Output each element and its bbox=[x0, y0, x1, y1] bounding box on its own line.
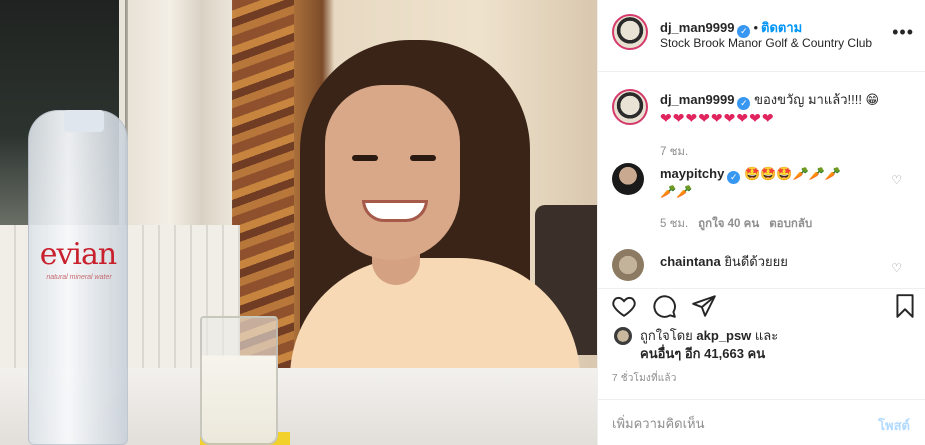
post-comment-button[interactable]: โพสต์ bbox=[878, 415, 910, 436]
header-avatar[interactable] bbox=[612, 14, 648, 50]
comment-text-continued: 🥕🥕 bbox=[660, 184, 693, 199]
follow-button[interactable]: ติดตาม bbox=[761, 20, 802, 35]
comment-like-heart-icon[interactable]: ♡ bbox=[891, 261, 902, 275]
comment-username[interactable]: maypitchy bbox=[660, 166, 724, 181]
add-comment-bar: โพสต์ bbox=[598, 399, 925, 445]
share-arrow-icon[interactable] bbox=[691, 293, 717, 319]
photo-bottle-subtext: natural mineral water bbox=[46, 274, 112, 281]
comment-like-heart-icon[interactable]: ♡ bbox=[891, 173, 902, 187]
post-timestamp[interactable]: 7 ชั่วโมงที่แล้ว bbox=[612, 371, 677, 386]
comment-text: ยินดีด้วยยย bbox=[724, 254, 788, 269]
caption-text: ของขวัญ มาแล้ว!!!! 😁 bbox=[754, 92, 880, 107]
comment-reply-button[interactable]: ตอบกลับ bbox=[769, 218, 812, 230]
caption-text-line: dj_man9999 ✓ ของขวัญ มาแล้ว!!!! 😁 bbox=[660, 91, 890, 110]
photo-person-eye-left bbox=[352, 155, 378, 161]
liked-by-prefix: ถูกใจโดย bbox=[640, 328, 693, 343]
bookmark-icon[interactable] bbox=[892, 293, 918, 319]
comment-text-line: maypitchy ✓ 🤩🤩🤩🥕🥕🥕 bbox=[660, 165, 890, 184]
liked-by-avatar[interactable] bbox=[614, 327, 632, 345]
heart-icon[interactable] bbox=[611, 293, 637, 319]
post-actions: ถูกใจโดย akp_psw และ คนอื่นๆ อีก 41,663 … bbox=[598, 288, 925, 445]
photo-bottle-cap bbox=[64, 110, 104, 132]
post-header: dj_man9999 ✓ • ติดตาม Stock Brook Manor Gol… bbox=[598, 0, 925, 72]
photo-sheer-curtain bbox=[128, 0, 233, 230]
likes-count[interactable]: คนอื่นๆ อีก 41,663 คน bbox=[640, 345, 765, 363]
instagram-post: evian natural mineral water dj_man9999 ✓ •… bbox=[0, 0, 925, 445]
caption-username[interactable]: dj_man9999 bbox=[660, 92, 734, 107]
comments-list[interactable]: dj_man9999 ✓ ของขวัญ มาแล้ว!!!! 😁 ❤❤❤❤❤❤❤… bbox=[598, 73, 925, 288]
liked-by-suffix: และ bbox=[754, 328, 779, 343]
caption-time[interactable]: 7 ชม. bbox=[660, 143, 688, 161]
liked-by-user[interactable]: akp_psw bbox=[696, 328, 751, 343]
post-side-panel: dj_man9999 ✓ • ติดตาม Stock Brook Manor Gol… bbox=[597, 0, 925, 445]
photo-person-face bbox=[325, 85, 460, 260]
more-options-icon[interactable]: ••• bbox=[892, 22, 914, 43]
header-separator: • bbox=[753, 20, 758, 35]
caption-avatar[interactable] bbox=[612, 89, 648, 125]
post-location[interactable]: Stock Brook Manor Golf & Country Club bbox=[660, 36, 872, 50]
comment-text-line: chaintana ยินดีด้วยยย bbox=[660, 253, 890, 271]
photo-milk-glass bbox=[200, 316, 278, 445]
liked-by-line: ถูกใจโดย akp_psw และ bbox=[640, 327, 778, 345]
caption-hearts: ❤❤❤❤❤❤❤❤❤ bbox=[660, 110, 775, 126]
post-photo[interactable]: evian natural mineral water bbox=[0, 0, 597, 445]
comment-avatar[interactable] bbox=[612, 249, 644, 281]
comment-avatar[interactable] bbox=[612, 163, 644, 195]
photo-bottle-brand: evian bbox=[39, 237, 118, 272]
header-user-line: dj_man9999 ✓ • ติดตาม bbox=[660, 17, 802, 38]
comment-meta: 5 ชม. ถูกใจ 40 คน ตอบกลับ bbox=[660, 215, 812, 233]
comment-text: 🤩🤩🤩🥕🥕🥕 bbox=[743, 166, 842, 181]
photo-person-eye-right bbox=[410, 155, 436, 161]
header-username[interactable]: dj_man9999 bbox=[660, 20, 734, 35]
comment-username[interactable]: chaintana bbox=[660, 254, 721, 269]
comment-input[interactable] bbox=[612, 412, 852, 434]
comment-time[interactable]: 5 ชม. bbox=[660, 218, 688, 230]
comment-likes[interactable]: ถูกใจ 40 คน bbox=[698, 218, 759, 230]
comment-bubble-icon[interactable] bbox=[651, 293, 677, 319]
